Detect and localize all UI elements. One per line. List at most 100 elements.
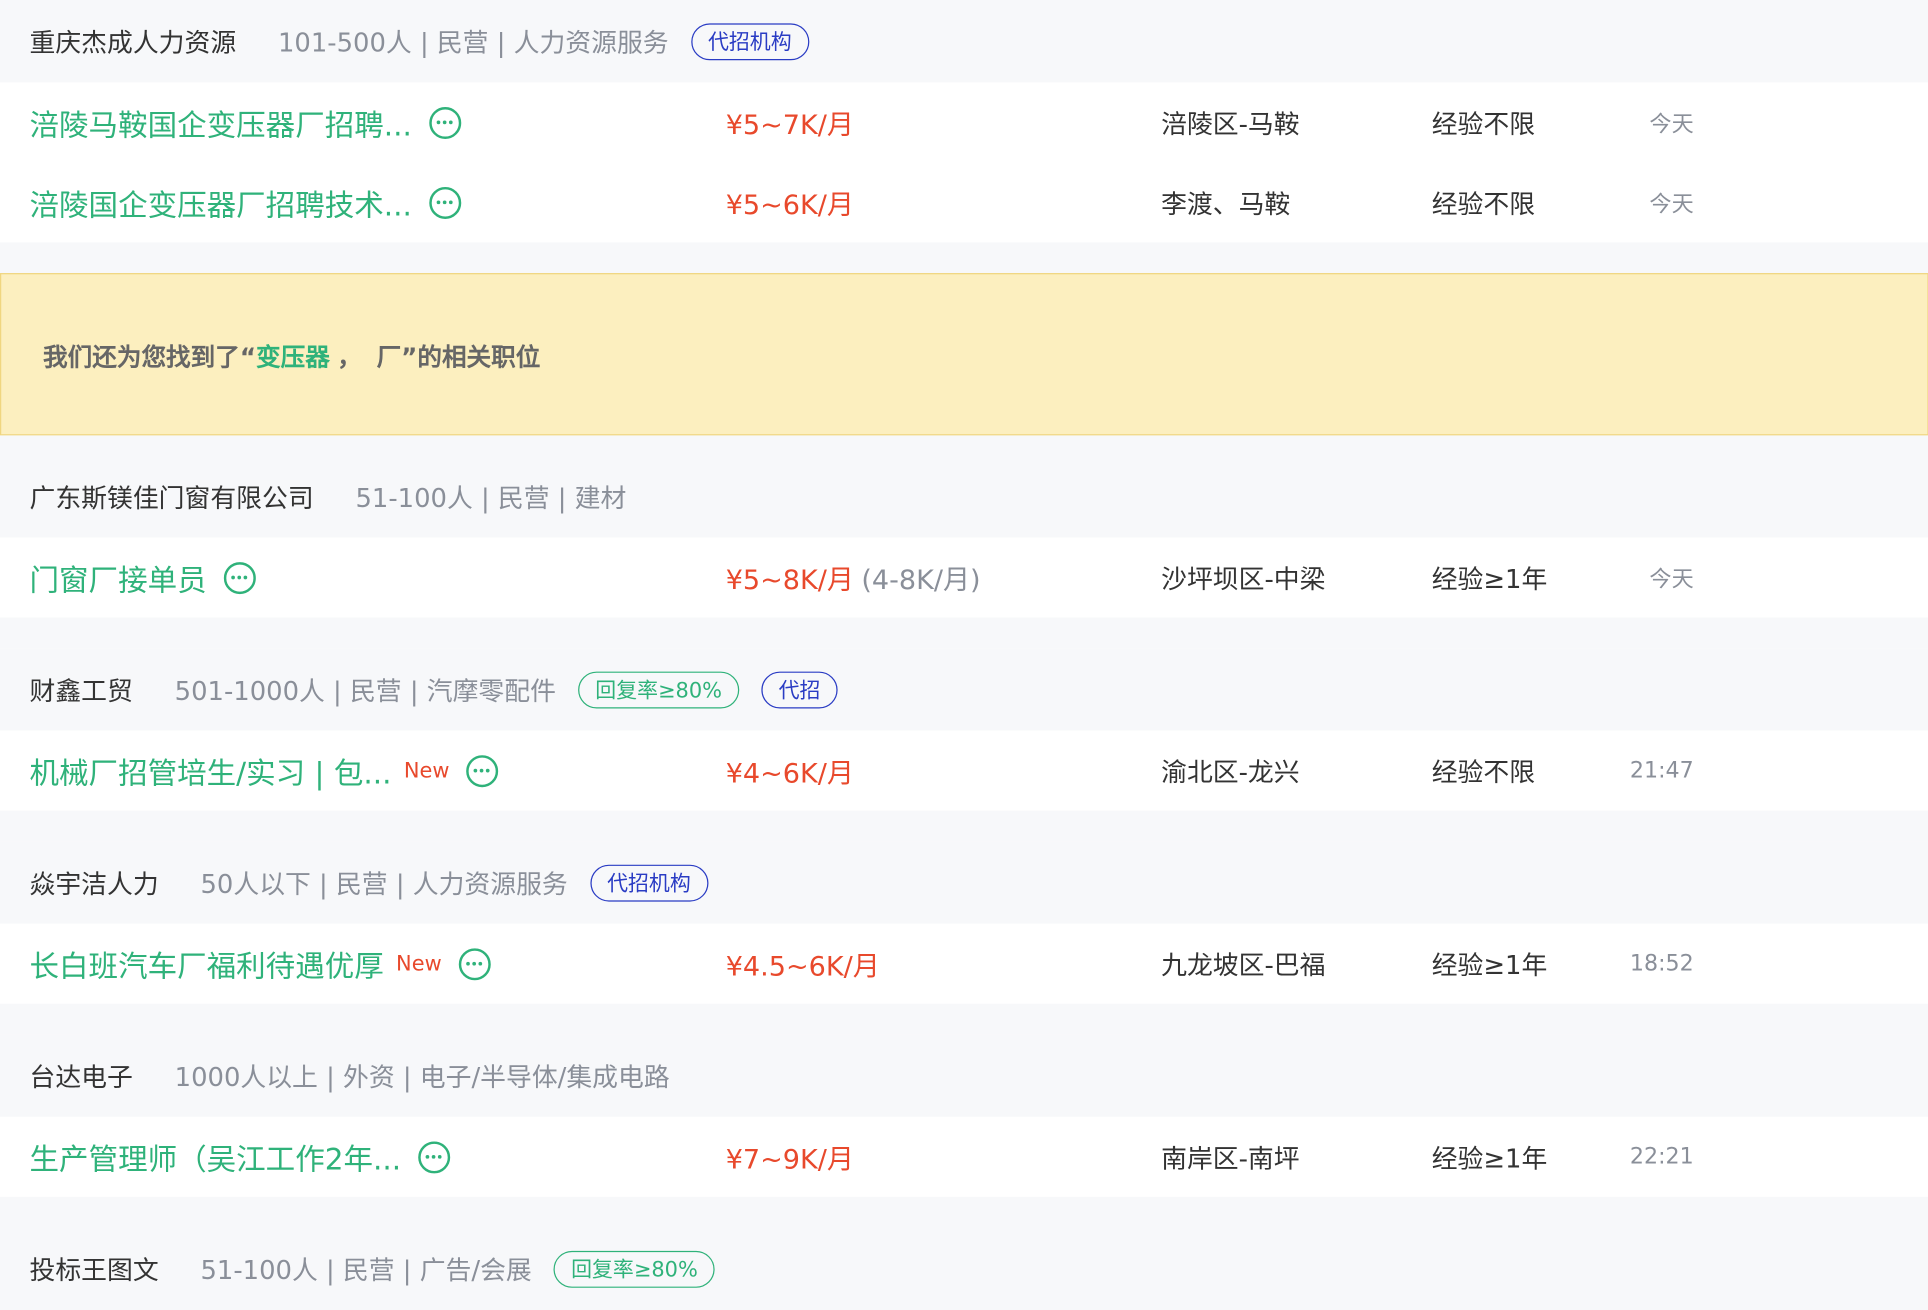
- job-row[interactable]: 长白班汽车厂福利待遇优厚 New ¥4.5~6K/月 九龙坡区-巴福 经验≥1年 18:5…: [0, 923, 1928, 1004]
- post-time: 21:47: [1629, 757, 1694, 784]
- chat-icon[interactable]: [418, 1140, 451, 1173]
- notice-suffix: ”的相关职位: [401, 341, 541, 371]
- job-row[interactable]: 机械厂招管培生/实习 | 包... New ¥4~6K/月 渝北区-龙兴 经验不限 21:…: [0, 730, 1928, 811]
- job-location: 渝北区-龙兴: [1161, 757, 1300, 787]
- new-badge: New: [396, 951, 442, 977]
- post-time: 今天: [1649, 111, 1694, 138]
- chat-icon[interactable]: [223, 561, 256, 594]
- company-meta: 51-100人 | 民营 | 建材: [355, 482, 627, 513]
- chat-icon[interactable]: [429, 106, 462, 139]
- company-header[interactable]: 投标王图文 51-100人 | 民营 | 广告/会展 回复率≥80%: [0, 1227, 1928, 1310]
- company-tag: 代招机构: [690, 22, 809, 60]
- salary-range: ¥4.5~6K/月: [725, 951, 880, 983]
- job-row[interactable]: 涪陵国企变压器厂招聘技术... ¥5~6K/月 李渡、马鞍 经验不限 今天: [0, 162, 1928, 243]
- job-location: 沙坪坝区-中梁: [1161, 563, 1326, 594]
- post-time: 今天: [1649, 566, 1694, 593]
- company-header[interactable]: 广东斯镁佳门窗有限公司 51-100人 | 民营 | 建材: [0, 455, 1928, 538]
- separator: [0, 242, 1928, 274]
- new-badge: New: [403, 758, 450, 783]
- company-name[interactable]: 投标王图文: [30, 1250, 159, 1287]
- company-tag: 回复率≥80%: [578, 670, 740, 708]
- salary: ¥5~8K/月 (4-8K/月): [726, 538, 981, 618]
- separator: [0, 810, 1928, 842]
- company-job-group: 投标王图文 51-100人 | 民营 | 广告/会展 回复率≥80%: [0, 1227, 1928, 1310]
- company-job-group: 台达电子 1000人以上 | 外资 | 电子/半导体/集成电路生产管理师（吴江工作…: [0, 1034, 1928, 1197]
- job-row[interactable]: 门窗厂接单员 ¥5~8K/月 (4-8K/月) 沙坪坝区-中梁 经验≥1年 今天: [0, 537, 1928, 618]
- salary-alt: (4-8K/月): [861, 565, 981, 596]
- salary-range: ¥5~8K/月: [725, 565, 854, 596]
- job-row[interactable]: 涪陵马鞍国企变压器厂招聘... ¥5~7K/月 涪陵区-马鞍 经验不限 今天: [0, 82, 1928, 163]
- job-title-cell[interactable]: 涪陵国企变压器厂招聘技术...: [30, 162, 462, 242]
- job-title-link[interactable]: 生产管理师（吴江工作2年...: [30, 1135, 402, 1178]
- experience-requirement: 经验≥1年: [1431, 950, 1548, 980]
- post-time: 今天: [1649, 191, 1694, 218]
- company-tag: 代招: [761, 670, 838, 708]
- company-meta: 50人以下 | 民营 | 人力资源服务: [200, 868, 568, 899]
- job-title-cell[interactable]: 机械厂招管培生/实习 | 包... New: [30, 731, 499, 811]
- company-name[interactable]: 台达电子: [30, 1057, 133, 1094]
- company-job-group: 重庆杰成人力资源 101-500人 | 民营 | 人力资源服务 代招机构涪陵马鞍国企…: [0, 0, 1928, 243]
- notice-prefix: 我们还为您找到了“: [43, 341, 257, 371]
- company-tag: 代招机构: [589, 864, 708, 901]
- job-location: 南岸区-南坪: [1161, 1143, 1300, 1173]
- job-location: 九龙坡区-巴福: [1161, 950, 1326, 980]
- job-list-page: 重庆杰成人力资源 101-500人 | 民营 | 人力资源服务 代招机构 涪陵马鞍国企…: [0, 0, 1928, 1310]
- salary: ¥4~6K/月: [726, 731, 854, 811]
- company-meta: 51-100人 | 民营 | 广告/会展: [200, 1255, 532, 1285]
- salary: ¥5~7K/月: [726, 82, 854, 162]
- job-title-link[interactable]: 涪陵国企变压器厂招聘技术...: [30, 181, 412, 224]
- chat-icon[interactable]: [429, 186, 462, 219]
- company-meta: 1000人以上 | 外资 | 电子/半导体/集成电路: [174, 1062, 670, 1092]
- experience-requirement: 经验≥1年: [1431, 563, 1548, 594]
- notice-keyword-2[interactable]: 厂: [377, 336, 402, 372]
- job-location: 李渡、马鞍: [1161, 188, 1291, 219]
- company-meta: 501-1000人 | 民营 | 汽摩零配件: [174, 675, 556, 706]
- separator: [0, 1003, 1928, 1035]
- experience-requirement: 经验不限: [1431, 108, 1536, 139]
- chat-icon[interactable]: [466, 754, 499, 787]
- company-name[interactable]: 财鑫工贸: [30, 671, 133, 708]
- post-time: 22:21: [1629, 1143, 1694, 1170]
- job-location: 涪陵区-马鞍: [1161, 108, 1300, 139]
- salary: ¥4.5~6K/月: [726, 924, 880, 1004]
- experience-requirement: 经验不限: [1431, 757, 1536, 787]
- salary: ¥7~9K/月: [726, 1117, 854, 1197]
- job-title-link[interactable]: 门窗厂接单员: [30, 556, 207, 599]
- company-job-group: 广东斯镁佳门窗有限公司 51-100人 | 民营 | 建材门窗厂接单员 ¥5~8K/…: [0, 455, 1928, 618]
- job-title-link[interactable]: 长白班汽车厂福利待遇优厚: [30, 942, 384, 985]
- related-jobs-notice: 我们还为您找到了“ 变压器 ， 厂 ”的相关职位: [0, 273, 1928, 436]
- notice-separator: ，: [337, 341, 362, 371]
- job-title-cell[interactable]: 生产管理师（吴江工作2年...: [30, 1117, 451, 1197]
- chat-icon[interactable]: [458, 947, 491, 980]
- notice-keyword-1[interactable]: 变压器: [256, 336, 330, 372]
- experience-requirement: 经验不限: [1431, 188, 1536, 219]
- job-title-cell[interactable]: 长白班汽车厂福利待遇优厚 New: [30, 924, 491, 1004]
- company-header[interactable]: 重庆杰成人力资源 101-500人 | 民营 | 人力资源服务 代招机构: [0, 0, 1928, 83]
- company-meta: 101-500人 | 民营 | 人力资源服务: [277, 27, 669, 58]
- salary: ¥5~6K/月: [726, 162, 854, 242]
- result-list-related: 广东斯镁佳门窗有限公司 51-100人 | 民营 | 建材门窗厂接单员 ¥5~8K/…: [0, 455, 1928, 1310]
- company-header[interactable]: 财鑫工贸 501-1000人 | 民营 | 汽摩零配件 回复率≥80% 代招: [0, 648, 1928, 731]
- result-list-top: 重庆杰成人力资源 101-500人 | 民营 | 人力资源服务 代招机构涪陵马鞍国企…: [0, 0, 1928, 243]
- company-job-group: 焱宇洁人力 50人以下 | 民营 | 人力资源服务 代招机构长白班汽车厂福利待遇优厚…: [0, 841, 1928, 1004]
- salary-range: ¥7~9K/月: [725, 1144, 854, 1176]
- post-time: 18:52: [1629, 950, 1694, 977]
- job-title-cell[interactable]: 涪陵马鞍国企变压器厂招聘...: [30, 82, 462, 162]
- separator: [0, 435, 1928, 456]
- salary-range: ¥5~7K/月: [725, 110, 854, 141]
- job-title-link[interactable]: 涪陵马鞍国企变压器厂招聘...: [30, 101, 412, 144]
- company-name[interactable]: 广东斯镁佳门窗有限公司: [30, 478, 314, 515]
- separator: [0, 617, 1928, 649]
- salary-range: ¥5~6K/月: [725, 190, 854, 221]
- company-header[interactable]: 焱宇洁人力 50人以下 | 民营 | 人力资源服务 代招机构: [0, 841, 1928, 924]
- company-header[interactable]: 台达电子 1000人以上 | 外资 | 电子/半导体/集成电路: [0, 1034, 1928, 1117]
- salary-range: ¥4~6K/月: [725, 758, 854, 790]
- company-name[interactable]: 焱宇洁人力: [30, 864, 159, 901]
- job-row[interactable]: 生产管理师（吴江工作2年... ¥7~9K/月 南岸区-南坪 经验≥1年 22:21: [0, 1116, 1928, 1197]
- job-title-link[interactable]: 机械厂招管培生/实习 | 包...: [30, 749, 392, 792]
- separator: [0, 1196, 1928, 1228]
- company-tag: 回复率≥80%: [553, 1250, 716, 1288]
- experience-requirement: 经验≥1年: [1431, 1143, 1548, 1173]
- company-name[interactable]: 重庆杰成人力资源: [30, 23, 237, 60]
- job-title-cell[interactable]: 门窗厂接单员: [30, 538, 256, 618]
